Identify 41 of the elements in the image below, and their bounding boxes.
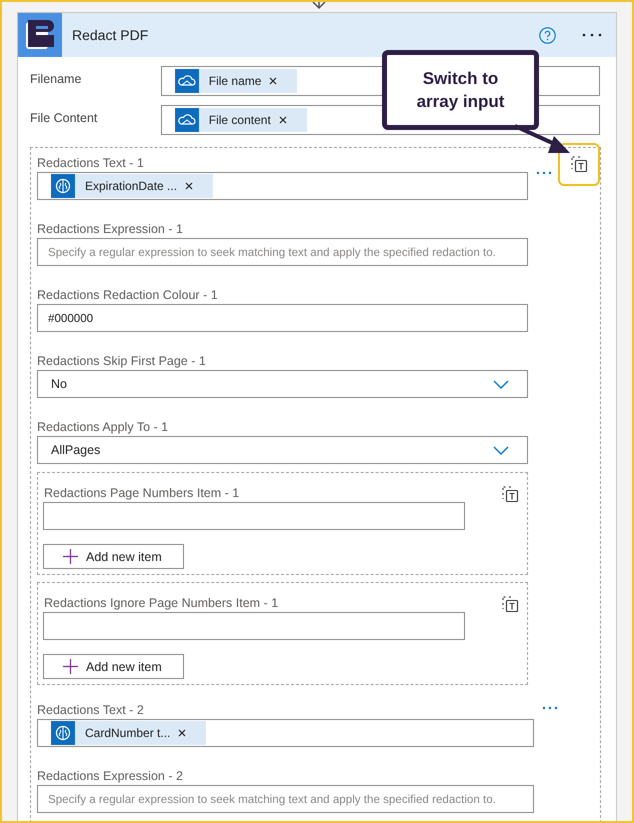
plus-icon (63, 659, 78, 674)
token-label: File name (208, 74, 262, 88)
field-label: Redactions Expression - 2 (37, 768, 183, 784)
dropdown[interactable]: No (37, 370, 528, 398)
field-label: Redactions Text - 1 (37, 155, 144, 171)
token-field[interactable]: ExpirationDate ... (37, 172, 528, 200)
field-label: Redactions Redaction Colour - 1 (37, 287, 218, 303)
cloud-icon (174, 108, 199, 132)
field-label: Redactions Page Numbers Item - 1 (44, 485, 240, 501)
token-label: CardNumber t... (84, 726, 172, 740)
token-label: ExpirationDate ... (84, 179, 178, 193)
help-icon[interactable] (539, 26, 556, 44)
plus-icon (63, 549, 78, 564)
cloud-icon (174, 69, 199, 93)
action-title: Redact PDF (72, 27, 150, 43)
brain-icon (51, 721, 75, 745)
field-label: Redactions Skip First Page - 1 (37, 353, 206, 369)
field-label: Redactions Text - 2 (37, 702, 144, 718)
callout-text: Switch to array input (382, 50, 539, 130)
switch-array-icon (502, 596, 519, 613)
text-field[interactable]: #000000 (37, 304, 528, 332)
field-label: Filename (30, 71, 82, 86)
field-label: Redactions Apply To - 1 (37, 419, 168, 435)
field-label: Redactions Expression - 1 (37, 221, 183, 237)
text-field[interactable]: Specify a regular expression to seek matching text and apply the specified redaction to. (37, 238, 528, 266)
text-field[interactable] (43, 502, 465, 530)
text-field[interactable]: Specify a regular expression to seek matching text and apply the specified redaction to. (37, 785, 534, 813)
chevron-down-icon (493, 446, 509, 454)
field-label: File Content (30, 110, 98, 125)
switch-array-icon (570, 156, 588, 173)
text-field[interactable] (43, 612, 465, 640)
dropdown[interactable]: AllPages (37, 436, 528, 464)
more-icon[interactable] (582, 33, 602, 37)
token-label: File content (208, 113, 272, 127)
brain-icon (51, 174, 75, 198)
switch-array-icon (502, 486, 519, 503)
field-label: Redactions Ignore Page Numbers Item - 1 (44, 595, 278, 611)
add-item-button[interactable]: Add new item (43, 544, 184, 569)
chevron-down-icon (493, 380, 509, 388)
add-item-button[interactable]: Add new item (43, 654, 184, 679)
token-field[interactable]: CardNumber t... (37, 719, 534, 747)
